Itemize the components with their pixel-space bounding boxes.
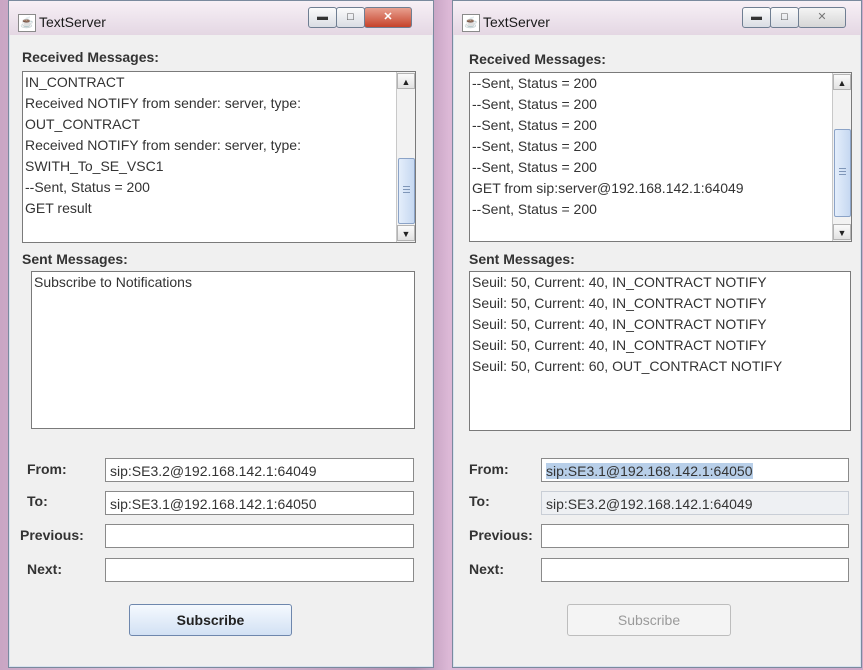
sent-messages-area[interactable]: Subscribe to Notifications [31,271,415,429]
received-line: Received NOTIFY from sender: server, typ… [25,95,301,111]
sent-line: Seuil: 50, Current: 40, IN_CONTRACT NOTI… [472,295,767,311]
scroll-thumb[interactable] [834,129,851,217]
from-field[interactable]: sip:SE3.2@192.168.142.1:64049 [105,458,414,482]
received-line: GET from sip:server@192.168.142.1:64049 [472,180,744,196]
java-app-icon: ☕ [18,14,36,32]
received-line: --Sent, Status = 200 [472,75,597,91]
received-line: Received NOTIFY from sender: server, typ… [25,137,301,153]
received-line: GET result [25,200,92,216]
received-line: --Sent, Status = 200 [472,138,597,154]
sent-line: Seuil: 50, Current: 40, IN_CONTRACT NOTI… [472,316,767,332]
sent-line: Seuil: 50, Current: 60, OUT_CONTRACT NOT… [472,358,783,374]
received-messages-area[interactable]: IN_CONTRACT Received NOTIFY from sender:… [22,71,416,243]
text-server-window-right: ☕ TextServer ▬ □ ✕ Received Messages: --… [452,0,862,668]
received-messages-area[interactable]: --Sent, Status = 200 --Sent, Status = 20… [469,72,852,242]
arrow-down-icon[interactable]: ▼ [833,224,851,240]
sent-messages-area[interactable]: Seuil: 50, Current: 40, IN_CONTRACT NOTI… [469,271,851,431]
subscribe-button[interactable]: Subscribe [567,604,731,636]
previous-field[interactable] [541,524,849,548]
maximize-icon[interactable]: □ [770,7,799,28]
java-app-icon: ☕ [462,14,480,32]
close-icon[interactable]: ✕ [364,7,412,28]
minimize-icon[interactable]: ▬ [308,7,337,28]
sent-line: Seuil: 50, Current: 40, IN_CONTRACT NOTI… [472,274,767,290]
previous-label: Previous: [469,527,533,543]
previous-field[interactable] [105,524,414,548]
received-messages-label: Received Messages: [469,51,606,67]
window-title: TextServer [483,14,550,30]
received-messages-label: Received Messages: [22,49,159,65]
sent-line: Subscribe to Notifications [34,274,192,290]
next-label: Next: [469,561,505,577]
text-server-window-left: ☕ TextServer ▬ □ ✕ Received Messages: IN… [8,0,434,668]
next-label: Next: [27,561,63,577]
scroll-thumb[interactable] [398,158,415,224]
sent-messages-label: Sent Messages: [469,251,575,267]
received-line: --Sent, Status = 200 [472,96,597,112]
maximize-icon[interactable]: □ [336,7,365,28]
title-bar[interactable]: ☕ TextServer ▬ □ ✕ [453,1,861,35]
to-label: To: [27,493,48,509]
sent-line: Seuil: 50, Current: 40, IN_CONTRACT NOTI… [472,337,767,353]
next-field[interactable] [541,558,849,582]
selected-text: sip:SE3.1@192.168.142.1:64050 [546,463,753,479]
received-line: IN_CONTRACT [25,74,125,90]
received-line: OUT_CONTRACT [25,116,141,132]
vertical-scrollbar[interactable]: ▲ ▼ [396,72,415,242]
from-field[interactable]: sip:SE3.1@192.168.142.1:64050 [541,458,849,482]
to-field[interactable]: sip:SE3.1@192.168.142.1:64050 [105,491,414,515]
received-line: --Sent, Status = 200 [472,201,597,217]
received-line: --Sent, Status = 200 [472,159,597,175]
arrow-down-icon[interactable]: ▼ [397,225,415,241]
title-bar[interactable]: ☕ TextServer ▬ □ ✕ [9,1,433,35]
from-label: From: [469,461,509,477]
window-controls: ▬ □ ✕ [308,7,412,28]
from-label: From: [27,461,67,477]
next-field[interactable] [105,558,414,582]
arrow-up-icon[interactable]: ▲ [397,73,415,89]
previous-label: Previous: [20,527,84,543]
window-title: TextServer [39,14,106,30]
sent-messages-label: Sent Messages: [22,251,128,267]
to-field[interactable]: sip:SE3.2@192.168.142.1:64049 [541,491,849,515]
to-label: To: [469,493,490,509]
received-line: --Sent, Status = 200 [25,179,150,195]
received-line: SWITH_To_SE_VSC1 [25,158,164,174]
vertical-scrollbar[interactable]: ▲ ▼ [832,73,851,241]
window-controls: ▬ □ ✕ [742,7,846,28]
arrow-up-icon[interactable]: ▲ [833,74,851,90]
close-icon[interactable]: ✕ [798,7,846,28]
minimize-icon[interactable]: ▬ [742,7,771,28]
received-line: --Sent, Status = 200 [472,117,597,133]
subscribe-button[interactable]: Subscribe [129,604,292,636]
